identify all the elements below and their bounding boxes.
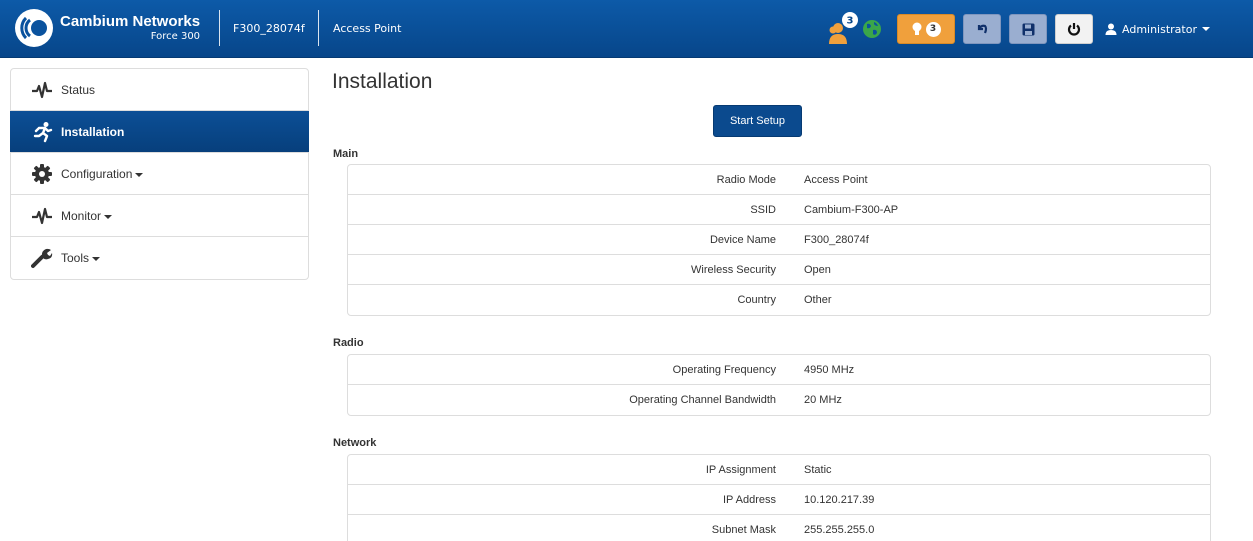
device-mode: Access Point bbox=[333, 22, 402, 35]
undo-button[interactable] bbox=[963, 14, 1001, 44]
sidebar-item-monitor[interactable]: Monitor bbox=[11, 195, 308, 237]
table-row: Operating Channel Bandwidth 20 MHz bbox=[348, 385, 1210, 415]
chevron-down-icon bbox=[92, 257, 101, 261]
table-row: Operating Frequency 4950 MHz bbox=[348, 355, 1210, 385]
user-menu[interactable]: Administrator bbox=[1105, 0, 1210, 58]
brand-model: Force 300 bbox=[150, 31, 201, 42]
field-value: Cambium-F300-AP bbox=[804, 203, 899, 216]
notification-count: 3 bbox=[847, 16, 854, 27]
field-value: 10.120.217.39 bbox=[804, 493, 875, 506]
save-icon bbox=[1022, 23, 1034, 35]
field-label: Radio Mode bbox=[716, 173, 776, 186]
field-label: Device Name bbox=[709, 233, 776, 246]
undo-icon bbox=[977, 24, 988, 34]
table-row: Radio Mode Access Point bbox=[348, 165, 1210, 195]
field-value: F300_28074f bbox=[804, 233, 869, 246]
wrench-icon bbox=[31, 247, 53, 269]
power-icon bbox=[1067, 23, 1081, 36]
top-navbar: Cambium Networks Force 300 F300_28074f A… bbox=[0, 0, 1253, 58]
pulse-icon bbox=[31, 79, 53, 101]
save-button[interactable] bbox=[1009, 14, 1047, 44]
alerts-button[interactable]: 3 bbox=[897, 14, 955, 44]
users-notification[interactable]: 3 bbox=[824, 12, 864, 46]
field-value: Open bbox=[804, 263, 831, 276]
field-label: Subnet Mask bbox=[711, 524, 776, 536]
power-button[interactable] bbox=[1055, 14, 1093, 44]
section-title-radio: Radio bbox=[333, 337, 364, 349]
pulse-icon bbox=[31, 205, 53, 227]
radio-panel: Operating Frequency 4950 MHz Operating C… bbox=[347, 354, 1211, 416]
gear-icon bbox=[31, 163, 53, 185]
page-title: Installation bbox=[332, 70, 433, 93]
table-row: Subnet Mask 255.255.255.0 bbox=[348, 515, 1210, 541]
field-label: IP Address bbox=[723, 493, 776, 506]
field-value: 255.255.255.0 bbox=[804, 524, 875, 536]
user-icon bbox=[1105, 23, 1117, 35]
table-row: IP Address 10.120.217.39 bbox=[348, 485, 1210, 515]
network-panel: IP Assignment Static IP Address 10.120.2… bbox=[347, 454, 1211, 541]
sidebar-item-configuration[interactable]: Configuration bbox=[11, 153, 308, 195]
table-row: SSID Cambium-F300-AP bbox=[348, 195, 1210, 225]
field-label: IP Assignment bbox=[705, 463, 776, 476]
start-setup-button[interactable]: Start Setup bbox=[713, 105, 802, 137]
field-value: 4950 MHz bbox=[804, 363, 855, 376]
section-title-network: Network bbox=[333, 437, 377, 449]
field-value: Static bbox=[804, 463, 832, 476]
brand[interactable]: Cambium Networks Force 300 bbox=[14, 8, 200, 48]
sidebar-item-label: Monitor bbox=[61, 208, 102, 223]
field-value: 20 MHz bbox=[804, 394, 842, 406]
chevron-down-icon bbox=[1202, 27, 1210, 31]
sidebar-item-installation[interactable]: Installation bbox=[10, 111, 309, 153]
sidebar: Status Installation Configuration Monito… bbox=[10, 68, 309, 280]
sidebar-item-status[interactable]: Status bbox=[11, 69, 308, 111]
field-value: Access Point bbox=[804, 173, 868, 186]
field-value: Other bbox=[804, 294, 832, 306]
user-menu-label: Administrator bbox=[1122, 22, 1197, 36]
table-row: Country Other bbox=[348, 285, 1210, 315]
main-panel: Radio Mode Access Point SSID Cambium-F30… bbox=[347, 164, 1211, 316]
field-label: Wireless Security bbox=[691, 263, 776, 276]
section-title-main: Main bbox=[333, 148, 359, 160]
sidebar-item-label: Tools bbox=[61, 251, 90, 265]
field-label: SSID bbox=[750, 203, 776, 216]
brand-name: Cambium Networks bbox=[60, 13, 201, 30]
chevron-down-icon bbox=[135, 172, 144, 177]
cambium-logo-icon bbox=[14, 8, 54, 48]
divider bbox=[219, 10, 220, 46]
chevron-down-icon bbox=[104, 214, 113, 219]
table-row: Wireless Security Open bbox=[348, 255, 1210, 285]
table-row: Device Name F300_28074f bbox=[348, 225, 1210, 255]
sidebar-item-label: Status bbox=[61, 82, 96, 97]
divider bbox=[318, 10, 319, 46]
sidebar-item-label: Configuration bbox=[61, 166, 133, 181]
globe-icon[interactable] bbox=[862, 19, 882, 39]
runner-icon bbox=[31, 121, 53, 143]
field-label: Country bbox=[737, 294, 776, 306]
field-label: Operating Frequency bbox=[672, 363, 776, 376]
table-row: IP Assignment Static bbox=[348, 455, 1210, 485]
sidebar-item-label: Installation bbox=[61, 124, 125, 139]
field-label: Operating Channel Bandwidth bbox=[629, 394, 776, 406]
sidebar-item-tools[interactable]: Tools bbox=[11, 237, 308, 279]
lightbulb-icon bbox=[912, 22, 921, 35]
users-icon: 3 bbox=[829, 12, 858, 44]
device-id: F300_28074f bbox=[233, 22, 305, 35]
alert-count-badge: 3 bbox=[925, 21, 941, 37]
